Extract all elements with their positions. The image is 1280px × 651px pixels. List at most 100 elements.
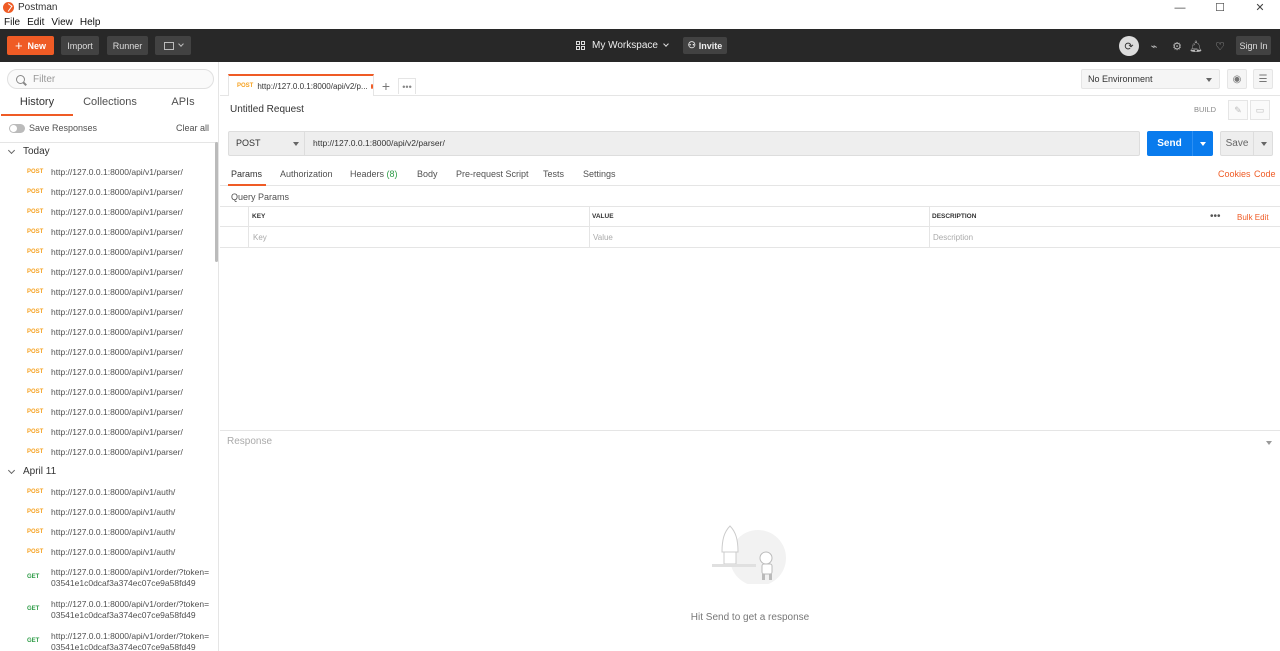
caret-down-icon[interactable] — [1266, 441, 1272, 445]
send-dropdown-button[interactable] — [1192, 131, 1213, 156]
request-section-tabs: Params Authorization Headers (8) Body Pr… — [220, 166, 1280, 186]
history-item[interactable]: POST http://127.0.0.1:8000/api/v1/auth/ — [0, 484, 213, 504]
build-mode-label[interactable]: BUILD — [1194, 105, 1216, 114]
tab-authorization[interactable]: Authorization — [280, 169, 333, 179]
workspace-selector[interactable]: My Workspace — [576, 37, 669, 54]
history-item-method: POST — [27, 249, 44, 255]
value-input[interactable]: Value — [593, 227, 923, 248]
request-tab[interactable]: POST http://127.0.0.1:8000/api/v2/p... — [228, 74, 374, 96]
history-item[interactable]: POST http://127.0.0.1:8000/api/v1/parser/ — [0, 384, 213, 404]
history-item-url: http://127.0.0.1:8000/api/v1/parser/ — [51, 227, 183, 237]
tab-headers[interactable]: Headers (8) — [350, 169, 398, 179]
menu-help[interactable]: Help — [80, 17, 101, 28]
history-item[interactable]: POST http://127.0.0.1:8000/api/v1/parser/ — [0, 264, 213, 284]
filter-field[interactable] — [7, 69, 214, 89]
bulk-edit-link[interactable]: Bulk Edit — [1237, 213, 1269, 222]
history-item[interactable]: POST http://127.0.0.1:8000/api/v1/parser/ — [0, 364, 213, 384]
history-item[interactable]: GET http://127.0.0.1:8000/api/v1/order/?t… — [0, 596, 213, 628]
send-button[interactable]: Send — [1147, 131, 1192, 156]
tab-settings[interactable]: Settings — [583, 169, 616, 179]
menu-file[interactable]: File — [4, 17, 20, 28]
code-link[interactable]: Code — [1254, 169, 1276, 179]
history-item[interactable]: POST http://127.0.0.1:8000/api/v1/parser/ — [0, 304, 213, 324]
history-item[interactable]: POST http://127.0.0.1:8000/api/v1/parser/ — [0, 184, 213, 204]
new-window-button[interactable] — [155, 36, 191, 55]
menu-edit[interactable]: Edit — [27, 17, 44, 28]
active-tab-underline — [228, 184, 266, 186]
query-params-title: Query Params — [231, 192, 290, 202]
new-button[interactable]: + New — [7, 36, 54, 55]
tab-collections[interactable]: Collections — [74, 96, 146, 116]
close-button[interactable]: ✕ — [1240, 0, 1280, 15]
history-item[interactable]: POST http://127.0.0.1:8000/api/v1/parser/ — [0, 284, 213, 304]
minimize-button[interactable]: — — [1160, 0, 1200, 15]
runner-button[interactable]: Runner — [107, 36, 148, 55]
clear-all-link[interactable]: Clear all — [176, 123, 209, 133]
save-dropdown-button[interactable] — [1253, 132, 1273, 155]
history-item-url: http://127.0.0.1:8000/api/v1/parser/ — [51, 307, 183, 317]
key-input[interactable]: Key — [253, 227, 583, 248]
history-item[interactable]: POST http://127.0.0.1:8000/api/v1/parser/ — [0, 344, 213, 364]
history-item[interactable]: POST http://127.0.0.1:8000/api/v1/parser/ — [0, 224, 213, 244]
tab-body[interactable]: Body — [417, 169, 438, 179]
history-item-method: POST — [27, 449, 44, 455]
history-item[interactable]: POST http://127.0.0.1:8000/api/v1/parser/ — [0, 164, 213, 184]
environment-select[interactable]: No Environment — [1081, 69, 1220, 89]
url-bar: POST http://127.0.0.1:8000/api/v2/parser… — [228, 131, 1140, 156]
history-item[interactable]: POST http://127.0.0.1:8000/api/v1/parser/ — [0, 444, 213, 464]
maximize-button[interactable]: ☐ — [1200, 0, 1240, 15]
response-divider[interactable] — [220, 430, 1280, 431]
import-button[interactable]: Import — [61, 36, 99, 55]
sidebar-scrollbar[interactable] — [215, 142, 218, 262]
sign-in-button[interactable]: Sign In — [1236, 36, 1271, 55]
history-item[interactable]: POST http://127.0.0.1:8000/api/v1/parser/ — [0, 244, 213, 264]
history-group-header[interactable]: April 11 — [7, 466, 56, 477]
menu-view[interactable]: View — [51, 17, 73, 28]
tab-pre-request-script[interactable]: Pre-request Script — [456, 169, 529, 179]
tab-more-icon[interactable]: ••• — [398, 78, 416, 94]
notification-bell-icon[interactable]: 🔔︎ — [1187, 37, 1205, 55]
satellite-icon[interactable]: ⌁ — [1145, 37, 1163, 55]
history-item[interactable]: POST http://127.0.0.1:8000/api/v1/auth/ — [0, 544, 213, 564]
history-item[interactable]: POST http://127.0.0.1:8000/api/v1/parser/ — [0, 424, 213, 444]
request-tab-bar: POST http://127.0.0.1:8000/api/v2/p... +… — [220, 62, 1280, 96]
request-title[interactable]: Untitled Request — [230, 104, 304, 115]
history-item[interactable]: POST http://127.0.0.1:8000/api/v1/parser/ — [0, 204, 213, 224]
doc-panel-icon[interactable]: ▭ — [1250, 100, 1270, 120]
sync-icon[interactable]: ⟳ — [1119, 36, 1139, 56]
method-select[interactable]: POST — [229, 132, 305, 155]
column-divider — [248, 206, 249, 248]
chevron-down-icon — [7, 146, 16, 154]
plus-icon: + — [14, 38, 23, 53]
settings-sliders-icon[interactable]: ☰ — [1253, 69, 1273, 89]
edit-pencil-icon[interactable]: ✎ — [1228, 100, 1248, 120]
tab-params[interactable]: Params — [231, 169, 262, 179]
filter-input[interactable] — [33, 73, 203, 85]
new-tab-plus-icon[interactable]: + — [378, 78, 394, 94]
col-value-header: VALUE — [592, 213, 614, 220]
save-responses-toggle[interactable] — [9, 124, 25, 133]
tab-apis[interactable]: APIs — [147, 96, 218, 116]
cookies-link[interactable]: Cookies — [1218, 169, 1251, 179]
table-more-icon[interactable]: ••• — [1210, 211, 1221, 222]
history-item[interactable]: GET http://127.0.0.1:8000/api/v1/order/?t… — [0, 564, 213, 596]
url-input[interactable]: http://127.0.0.1:8000/api/v2/parser/ — [313, 138, 445, 148]
tab-history[interactable]: History — [1, 96, 73, 116]
col-key-header: KEY — [252, 213, 266, 220]
description-input[interactable]: Description — [933, 227, 1233, 248]
history-item[interactable]: POST http://127.0.0.1:8000/api/v1/parser/ — [0, 404, 213, 424]
column-divider — [929, 206, 930, 248]
invite-button[interactable]: ⚇ Invite — [683, 37, 727, 54]
heart-icon[interactable]: ♡ — [1211, 37, 1229, 55]
settings-gear-icon[interactable]: ⚙ — [1168, 37, 1186, 55]
history-item[interactable]: GET http://127.0.0.1:8000/api/v1/order/?t… — [0, 628, 213, 651]
tab-tests[interactable]: Tests — [543, 169, 564, 179]
history-item-method: POST — [27, 269, 44, 275]
history-item[interactable]: POST http://127.0.0.1:8000/api/v1/auth/ — [0, 524, 213, 544]
history-item[interactable]: POST http://127.0.0.1:8000/api/v1/auth/ — [0, 504, 213, 524]
eye-icon[interactable]: ◉ — [1227, 69, 1247, 89]
history-group-header[interactable]: Today — [7, 146, 50, 157]
history-item[interactable]: POST http://127.0.0.1:8000/api/v1/parser/ — [0, 324, 213, 344]
method-value: POST — [236, 138, 261, 148]
save-button[interactable]: Save — [1221, 132, 1253, 155]
